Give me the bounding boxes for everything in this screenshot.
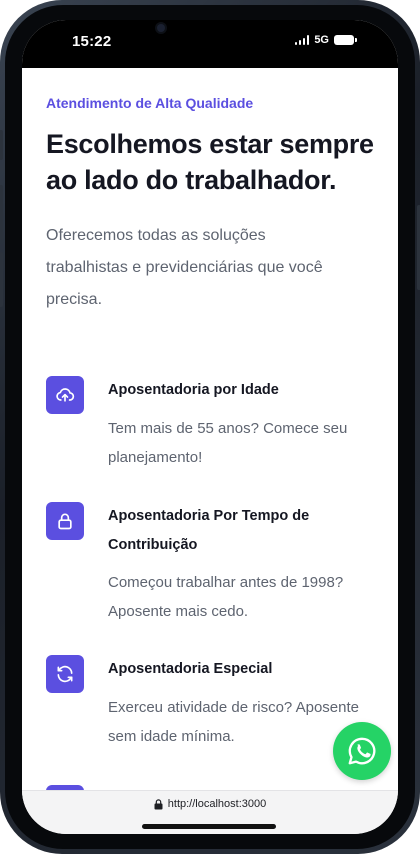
url-text: http://localhost:3000 <box>167 798 267 810</box>
cloud-upload-icon <box>46 376 84 414</box>
service-description: Começou trabalhar antes de 1998? Aposent… <box>108 574 344 620</box>
hero-eyebrow: Atendimento de Alta Qualidade <box>46 95 254 111</box>
page-content: Atendimento de Alta Qualidade Escolhemos… <box>22 68 398 790</box>
service-title: Aposentadoria por Idade <box>108 382 279 398</box>
hero-headline: Escolhemos estar sempre ao lado do traba… <box>46 129 374 195</box>
status-time: 15:22 <box>72 33 112 50</box>
service-item[interactable]: Aposentadoria por Idade Tem mais de 55 a… <box>46 376 376 466</box>
volume-down-button <box>0 252 3 307</box>
service-title: Aposentadoria Por Tempo de Contribuição <box>108 508 310 553</box>
refresh-icon <box>46 655 84 693</box>
home-indicator[interactable] <box>142 824 276 829</box>
action-button <box>0 130 3 160</box>
service-item[interactable]: Aposentadoria Por Tempo de Contribuição … <box>46 502 376 622</box>
service-description: Exerceu atividade de risco? Aposente sem… <box>108 699 359 745</box>
front-camera <box>157 24 165 32</box>
lock-icon <box>154 798 163 809</box>
service-title: Aposentadoria Especial <box>108 661 273 677</box>
browser-url-bar[interactable]: http://localhost:3000 <box>22 790 398 834</box>
service-item[interactable]: Aposentadoria Especial Exerceu atividade… <box>46 655 376 745</box>
screen: 15:22 5G Atendimento de Alta Qualidade E… <box>22 20 398 834</box>
hero-intro: Oferecemos todas as soluções trabalhista… <box>46 227 323 308</box>
url-display: http://localhost:3000 <box>22 798 398 810</box>
status-bar: 15:22 5G <box>22 20 398 68</box>
status-indicators: 5G <box>294 34 357 46</box>
whatsapp-icon <box>348 737 376 765</box>
battery-icon <box>334 35 357 45</box>
lock-icon <box>46 502 84 540</box>
network-label: 5G <box>314 34 329 46</box>
volume-up-button <box>0 185 3 240</box>
whatsapp-button[interactable] <box>333 722 391 780</box>
phone-frame: 15:22 5G Atendimento de Alta Qualidade E… <box>0 0 420 854</box>
signal-icon <box>294 35 310 45</box>
service-description: Tem mais de 55 anos? Comece seu planejam… <box>108 420 348 466</box>
